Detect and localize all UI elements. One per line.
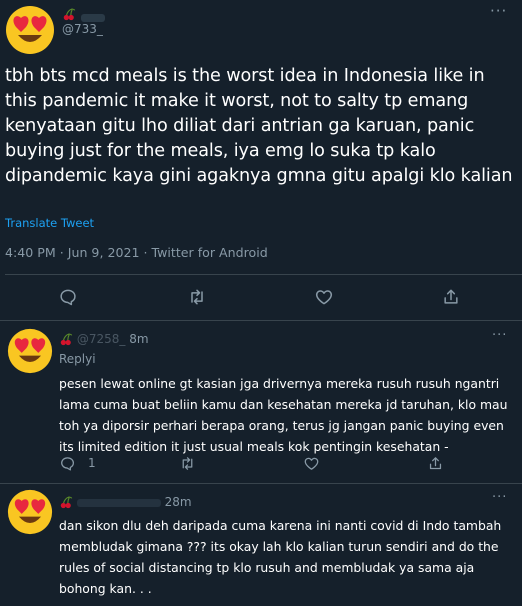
tweet-text: tbh bts mcd meals is the worst idea in I… [5,66,513,186]
reply-header: 28m [59,495,192,509]
heart-eyes-emoji-icon [7,328,53,374]
replying-to: Replyi [59,352,96,366]
cherry-icon [59,495,73,509]
avatar[interactable] [7,489,53,535]
reply-icon[interactable] [58,287,78,307]
divider [5,274,522,275]
tweet-time[interactable]: 28m [165,495,192,509]
tweet-time[interactable]: 8m [129,332,148,346]
handle[interactable]: @733_ [62,22,103,36]
translate-tweet-link[interactable]: Translate Tweet [5,216,94,230]
display-name-redacted [81,13,106,22]
heart-eyes-emoji-icon [7,489,53,535]
heart-eyes-emoji-icon [5,5,55,55]
share-icon[interactable] [427,455,444,472]
more-icon[interactable]: ··· [492,328,507,343]
cherry-icon [59,332,73,346]
avatar[interactable] [7,328,53,374]
like-icon[interactable] [303,455,320,472]
display-name[interactable] [62,7,106,22]
retweet-icon[interactable] [187,287,207,307]
handle-redacted [76,498,161,507]
more-icon[interactable]: ··· [490,2,507,20]
divider [0,483,522,484]
tweet-text: pesen lewat online gt kasian jga drivern… [59,376,508,454]
avatar[interactable] [5,5,55,55]
tweet-text: dan sikon dlu deh daripada cuma karena i… [59,518,502,596]
more-icon[interactable]: ··· [492,490,507,505]
share-icon[interactable] [441,287,461,307]
reply-header: @7258_ 8m [59,332,149,346]
reply-count: 1 [88,456,96,470]
cherry-icon [62,7,76,21]
reply-icon[interactable] [59,455,76,472]
retweet-icon[interactable] [179,455,196,472]
handle[interactable]: @7258_ [77,332,126,346]
like-icon[interactable] [314,287,334,307]
divider [0,320,522,321]
tweet-meta: 4:40 PM · Jun 9, 2021 · Twitter for Andr… [5,245,268,260]
